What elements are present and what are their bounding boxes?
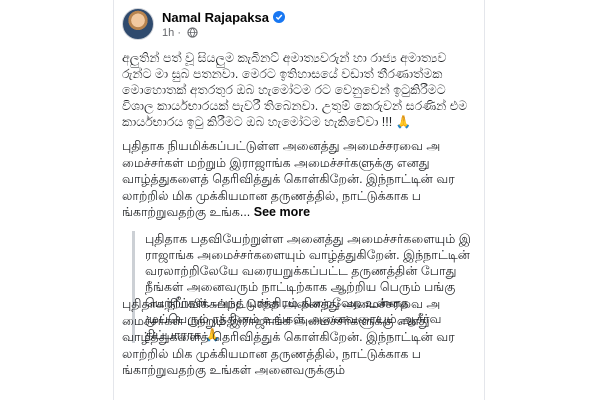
globe-icon bbox=[187, 27, 198, 41]
see-more-link[interactable]: See more bbox=[254, 205, 310, 219]
author-name-row: Namal Rajapaksa bbox=[162, 9, 285, 27]
post-text-sinhala: අලුතින් පත් වූ සියලුම කැබිනට් අමාත්‍යවරු… bbox=[122, 51, 468, 129]
post-header: Namal Rajapaksa 1h · bbox=[122, 8, 472, 44]
post-meta: 1h · bbox=[162, 27, 198, 41]
author-avatar[interactable] bbox=[122, 8, 154, 40]
author-name[interactable]: Namal Rajapaksa bbox=[162, 10, 269, 25]
meta-separator: · bbox=[177, 27, 181, 39]
post-time[interactable]: 1h bbox=[162, 27, 174, 39]
post-text-tamil: புதிதாக நியமிக்கப்பட்டுள்ள அனைத்து அமைச்… bbox=[122, 138, 474, 221]
facebook-post-card: Namal Rajapaksa 1h · අලුතින් පත් වූ සියල… bbox=[113, 0, 485, 400]
verified-badge-icon bbox=[272, 11, 285, 23]
repeated-tamil-text: புதிதாக நியமிக்கப்பட்டுள்ள அனைத்து அமைச்… bbox=[122, 297, 455, 377]
repeated-post-text: புதிதாக நியமிக்கப்பட்டுள்ள அனைத்து அமைச்… bbox=[122, 296, 474, 379]
